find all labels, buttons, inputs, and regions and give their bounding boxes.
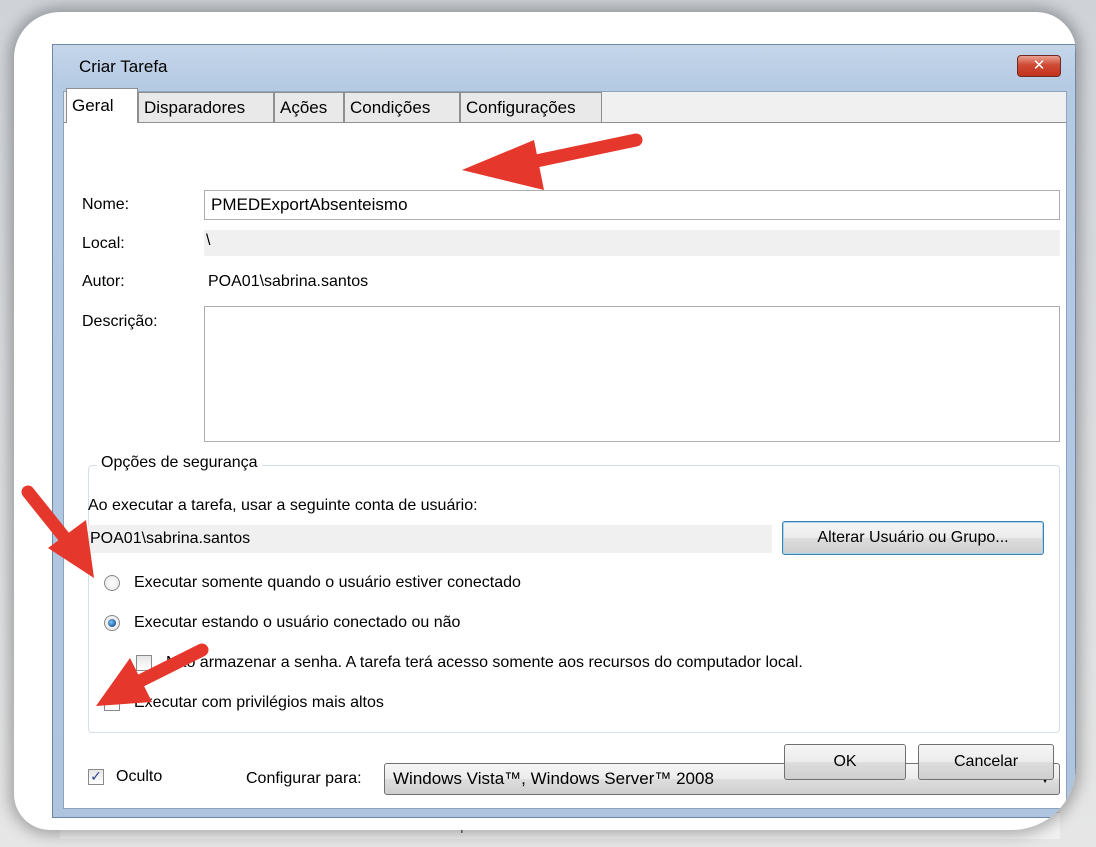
red-arrow-icon: [462, 133, 643, 190]
annotation-layer: [21, 133, 643, 706]
tab-label: Geral: [72, 96, 114, 115]
red-arrow-icon: [96, 643, 209, 706]
tab-geral[interactable]: Geral: [66, 88, 138, 123]
red-arrow-icon: [21, 485, 94, 578]
screenshot-frame: Criar Tarefa ✕ Geral Disparadores Ações …: [14, 12, 1076, 830]
